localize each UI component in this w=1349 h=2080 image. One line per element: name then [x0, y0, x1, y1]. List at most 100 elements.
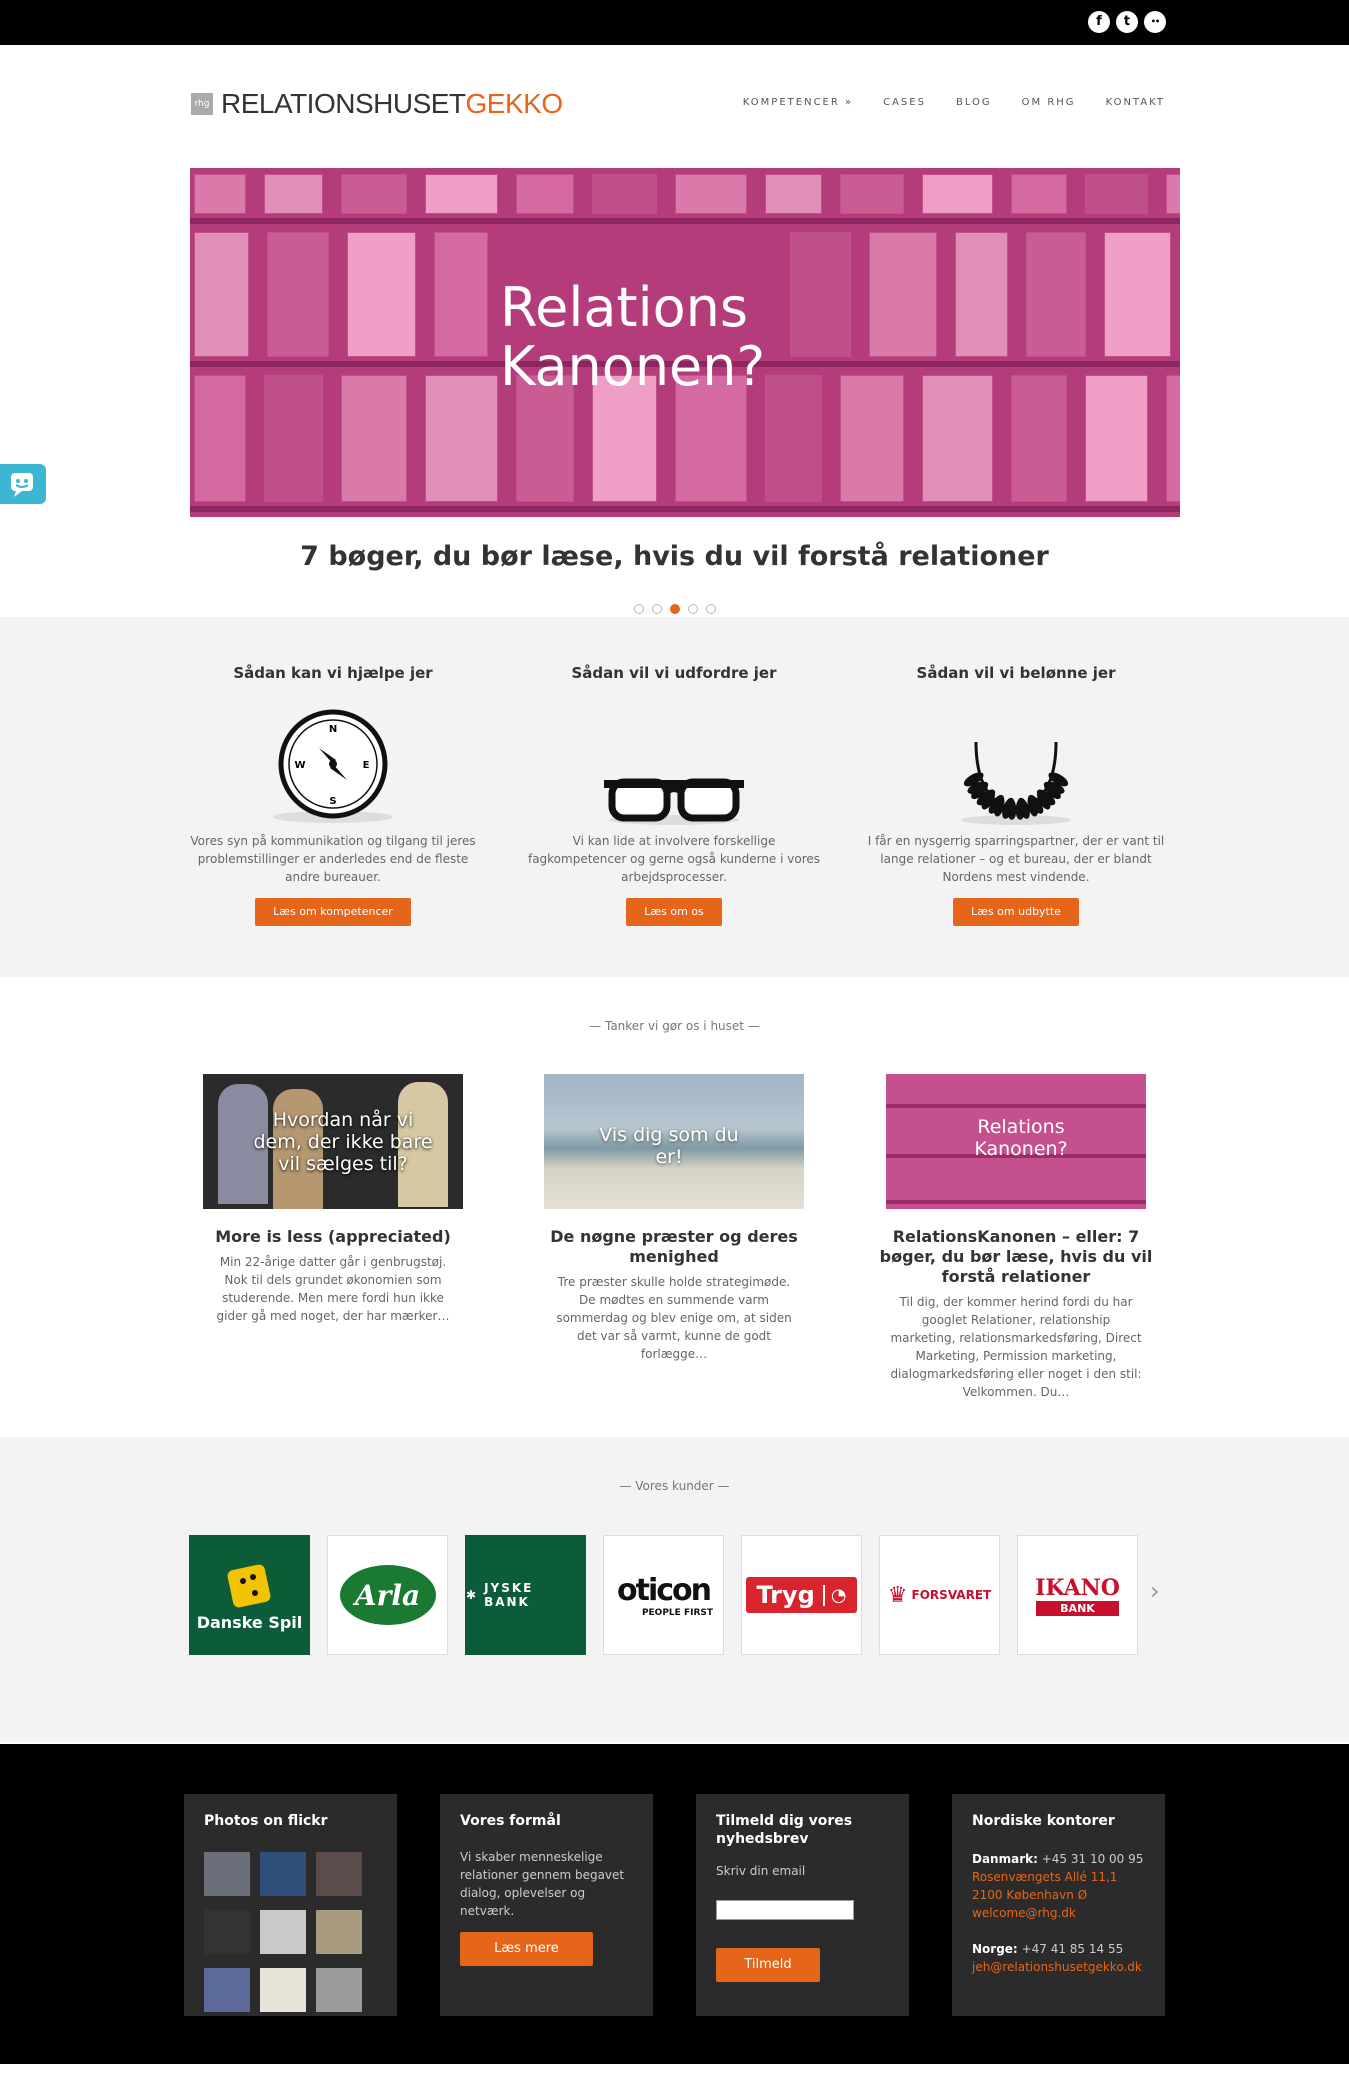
nav-item-blog[interactable]: BLOG: [956, 97, 992, 108]
book-cover: [194, 232, 249, 357]
read-competences-button[interactable]: Læs om kompetencer: [255, 898, 411, 926]
book-cover: [516, 174, 574, 214]
client-logo-ikano-bank[interactable]: IKANO BANK: [1017, 1535, 1138, 1655]
site-footer: Photos on flickr Vores formål Vi skaber …: [0, 1744, 1349, 2064]
nav-item-om-rhg[interactable]: OM RHG: [1022, 97, 1076, 108]
email-field[interactable]: [716, 1900, 854, 1920]
flickr-photo[interactable]: [260, 1852, 306, 1896]
top-bar: f t ••: [0, 0, 1349, 45]
client-logo-oticon[interactable]: oticon PEOPLE FIRST: [603, 1535, 724, 1655]
flickr-photo[interactable]: [204, 1910, 250, 1954]
footer-title: Nordiske kontorer: [972, 1813, 1115, 1829]
nav-item-kompetencer[interactable]: KOMPETENCER »: [743, 97, 853, 108]
hero-slide[interactable]: Relations Kanonen?: [190, 168, 1180, 517]
service-text: Vi kan lide at involvere forskellige fag…: [527, 834, 821, 884]
nav-item-cases[interactable]: CASES: [883, 97, 926, 108]
slider-dot[interactable]: [705, 604, 716, 614]
footer-title: Vores formål: [460, 1813, 561, 1829]
svg-text:N: N: [329, 724, 337, 735]
office-norway: Norge: +47 41 85 14 55 jeh@relationshuse…: [972, 1940, 1145, 1976]
subscribe-button[interactable]: Tilmeld: [716, 1948, 820, 1982]
svg-text:S: S: [329, 796, 336, 807]
service-title: Sådan vil vi udfordre jer: [571, 664, 777, 682]
book-cover: [341, 375, 407, 502]
hero-title-line2: Kanonen?: [500, 335, 766, 399]
book-cover: [434, 232, 488, 357]
facebook-icon[interactable]: f: [1088, 11, 1110, 33]
svg-text:E: E: [363, 760, 370, 771]
client-name: FORSVARET: [911, 1588, 992, 1602]
footer-flickr: Photos on flickr: [184, 1794, 397, 2016]
client-logo-arla[interactable]: Arla: [327, 1535, 448, 1655]
office-label: Danmark:: [972, 1852, 1038, 1866]
flickr-icon[interactable]: ••: [1144, 11, 1166, 33]
logo-mark: rhg: [191, 93, 213, 115]
site-header: rhg RELATIONSHUSET GEKKO KOMPETENCER » CA…: [0, 45, 1349, 165]
blog-post: Relations Kanonen? RelationsKanonen – el…: [866, 1074, 1166, 1401]
read-benefits-button[interactable]: Læs om udbytte: [953, 898, 1079, 926]
post-title[interactable]: De nøgne præster og deres menighed: [524, 1227, 824, 1267]
read-about-us-button[interactable]: Læs om os: [626, 898, 722, 926]
slider-dot[interactable]: [651, 604, 662, 614]
read-more-button[interactable]: Læs mere: [460, 1932, 593, 1966]
book-cover: [869, 232, 937, 357]
thumbnail-text: Vis dig som du er!: [599, 1124, 739, 1168]
client-logo-tryg[interactable]: Tryg ◔: [741, 1535, 862, 1655]
post-title[interactable]: More is less (appreciated): [183, 1227, 483, 1247]
book-cover: [194, 375, 246, 502]
star-icon: ✱: [466, 1588, 479, 1602]
slider-dot-active[interactable]: [669, 604, 680, 614]
email-link[interactable]: jeh@relationshusetgekko.dk: [972, 1960, 1142, 1974]
blog-post: Hvordan når vi dem, der ikke bare vil sæ…: [183, 1074, 483, 1325]
chat-tab[interactable]: [0, 464, 46, 504]
email-label: Skriv din email: [716, 1864, 806, 1878]
book-cover: [267, 232, 329, 357]
logo-text-accent: GEKKO: [465, 88, 564, 119]
client-name: JYSKE BANK: [484, 1581, 534, 1609]
flickr-photo[interactable]: [260, 1968, 306, 2012]
post-title[interactable]: RelationsKanonen – eller: 7 bøger, du bø…: [866, 1227, 1166, 1287]
phone-number: +47 41 85 14 55: [1021, 1942, 1124, 1956]
main-nav: KOMPETENCER » CASES BLOG OM RHG KONTAKT: [713, 97, 1165, 108]
post-thumbnail[interactable]: Vis dig som du er!: [544, 1074, 804, 1209]
carousel-next-icon[interactable]: ›: [1150, 1577, 1160, 1605]
book-cover: [1085, 174, 1148, 214]
flickr-photo[interactable]: [204, 1852, 250, 1896]
book-cover: [765, 174, 822, 214]
hero-title: Relations Kanonen?: [500, 278, 765, 397]
client-name: oticon: [617, 1572, 712, 1608]
address-line[interactable]: 2100 København Ø: [972, 1888, 1087, 1902]
client-logo-forsvaret[interactable]: ♛ FORSVARET: [879, 1535, 1000, 1655]
slider-dot[interactable]: [633, 604, 644, 614]
book-cover: [194, 174, 246, 214]
flickr-photo[interactable]: [204, 1968, 250, 2012]
flickr-photo[interactable]: [316, 1852, 362, 1896]
site-logo[interactable]: rhg RELATIONSHUSET GEKKO: [191, 88, 563, 120]
compass-icon: N E S W: [183, 702, 483, 832]
book-cover: [1011, 174, 1067, 214]
service-title: Sådan vil vi belønne jer: [916, 664, 1116, 682]
footer-title: Photos on flickr: [204, 1813, 328, 1829]
flickr-photo[interactable]: [316, 1910, 362, 1954]
footer-title: Tilmeld dig vores nyhedsbrev: [716, 1813, 853, 1847]
slider-dots: [0, 604, 1349, 614]
client-logo-jyske-bank[interactable]: ✱ JYSKE BANK: [465, 1535, 586, 1655]
post-excerpt: Min 22-årige datter går i genbrugstøj. N…: [216, 1255, 450, 1323]
post-thumbnail[interactable]: Relations Kanonen?: [886, 1074, 1146, 1209]
post-excerpt: Tre præster skulle holde strategimøde. D…: [556, 1275, 792, 1361]
nav-item-kontakt[interactable]: KONTAKT: [1106, 97, 1165, 108]
service-column: Sådan vil vi belønne jer I får en nysger…: [866, 617, 1166, 926]
address-line[interactable]: Rosenvængets Allé 11,1: [972, 1870, 1117, 1884]
flickr-photo[interactable]: [316, 1968, 362, 2012]
hero-title-line1: Relations: [500, 276, 748, 339]
post-thumbnail[interactable]: Hvordan når vi dem, der ikke bare vil sæ…: [203, 1074, 463, 1209]
slide-caption[interactable]: 7 bøger, du bør læse, hvis du vil forstå…: [0, 541, 1349, 572]
svg-text:W: W: [294, 760, 305, 771]
flickr-photo[interactable]: [260, 1910, 306, 1954]
client-logo-danske-spil[interactable]: Danske Spil: [189, 1535, 310, 1655]
email-link[interactable]: welcome@rhg.dk: [972, 1906, 1076, 1920]
post-excerpt: Til dig, der kommer herind fordi du har …: [890, 1295, 1142, 1399]
slider-dot[interactable]: [687, 604, 698, 614]
twitter-icon[interactable]: t: [1116, 11, 1138, 33]
service-column: Sådan kan vi hjælpe jer N E S W Vores sy…: [183, 617, 483, 926]
